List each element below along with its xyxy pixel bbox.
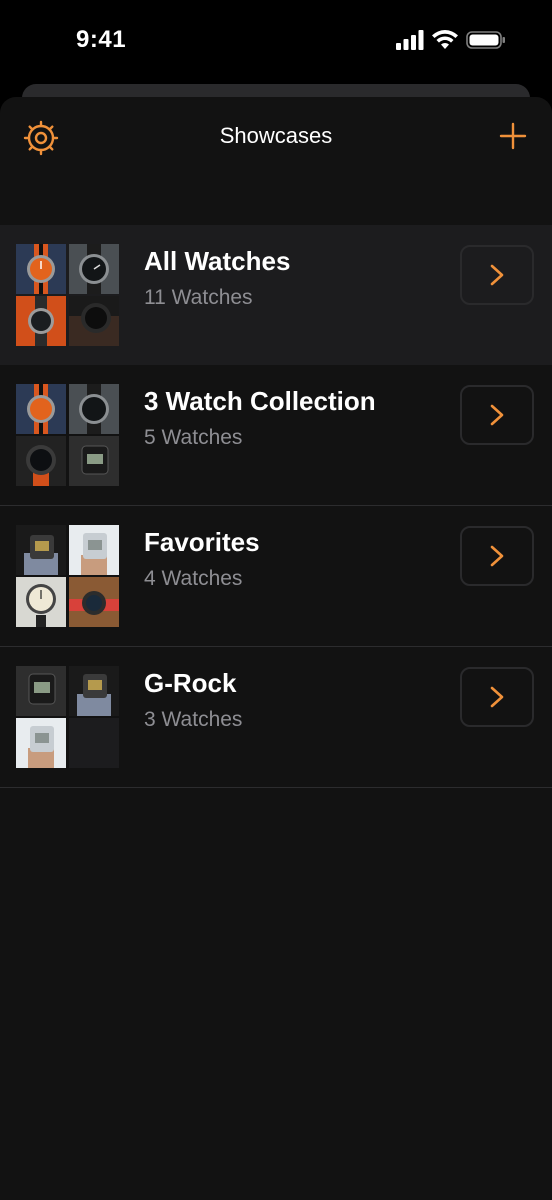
open-showcase-button[interactable]: [460, 385, 534, 445]
watch-thumbnail: [69, 525, 119, 575]
watch-thumbnail: [16, 384, 66, 434]
watch-thumbnail: [16, 525, 66, 575]
watch-thumbnail: [16, 718, 66, 768]
open-showcase-button[interactable]: [460, 245, 534, 305]
thumbnail-grid: [16, 525, 120, 627]
chevron-right-icon: [490, 264, 504, 286]
wifi-icon: [432, 30, 458, 49]
showcase-count: 11 Watches: [144, 286, 253, 309]
thumbnail-grid: [16, 244, 120, 346]
thumbnail-grid: [16, 666, 120, 768]
showcase-count: 3 Watches: [144, 708, 243, 731]
showcase-title: 3 Watch Collection: [144, 386, 376, 416]
watch-thumbnail: [16, 666, 66, 716]
thumbnail-grid: [16, 384, 120, 486]
add-showcase-button[interactable]: [498, 121, 528, 151]
status-bar: 9:41: [0, 0, 552, 84]
status-icons: [396, 30, 506, 50]
status-time: 9:41: [76, 26, 127, 53]
showcase-title: All Watches: [144, 246, 291, 276]
showcase-count: 5 Watches: [144, 426, 243, 449]
chevron-right-icon: [490, 545, 504, 567]
showcases-sheet: Showcases All Watches 11 Watches 3 Watch…: [0, 97, 552, 1200]
showcase-list: All Watches 11 Watches 3 Watch Collectio…: [0, 225, 552, 788]
showcase-row-g-rock[interactable]: G-Rock 3 Watches: [0, 647, 552, 788]
empty-thumbnail: [69, 718, 119, 768]
cellular-signal-icon: [396, 30, 424, 50]
plus-icon: [499, 122, 527, 150]
chevron-right-icon: [490, 404, 504, 426]
showcase-title: G-Rock: [144, 668, 237, 698]
watch-thumbnail: [69, 436, 119, 486]
screen: 9:41 Showcases All Watches 11 Watches 3 …: [0, 0, 552, 1200]
battery-icon: [466, 31, 505, 49]
watch-thumbnail: [16, 577, 66, 627]
watch-thumbnail: [16, 296, 66, 346]
showcase-row-favorites[interactable]: Favorites 4 Watches: [0, 506, 552, 647]
open-showcase-button[interactable]: [460, 526, 534, 586]
watch-thumbnail: [69, 296, 119, 346]
watch-thumbnail: [69, 577, 119, 627]
page-title: Showcases: [219, 123, 333, 148]
watch-thumbnail: [69, 244, 119, 294]
showcase-row-all-watches[interactable]: All Watches 11 Watches: [0, 225, 552, 365]
showcase-row-3-watch-collection[interactable]: 3 Watch Collection 5 Watches: [0, 365, 552, 506]
watch-thumbnail: [16, 244, 66, 294]
chevron-right-icon: [490, 686, 504, 708]
watch-thumbnail: [16, 436, 66, 486]
nav-bar: Showcases: [0, 97, 552, 177]
showcase-count: 4 Watches: [144, 567, 243, 590]
watch-thumbnail: [69, 666, 119, 716]
open-showcase-button[interactable]: [460, 667, 534, 727]
watch-thumbnail: [69, 384, 119, 434]
showcase-title: Favorites: [144, 527, 260, 557]
